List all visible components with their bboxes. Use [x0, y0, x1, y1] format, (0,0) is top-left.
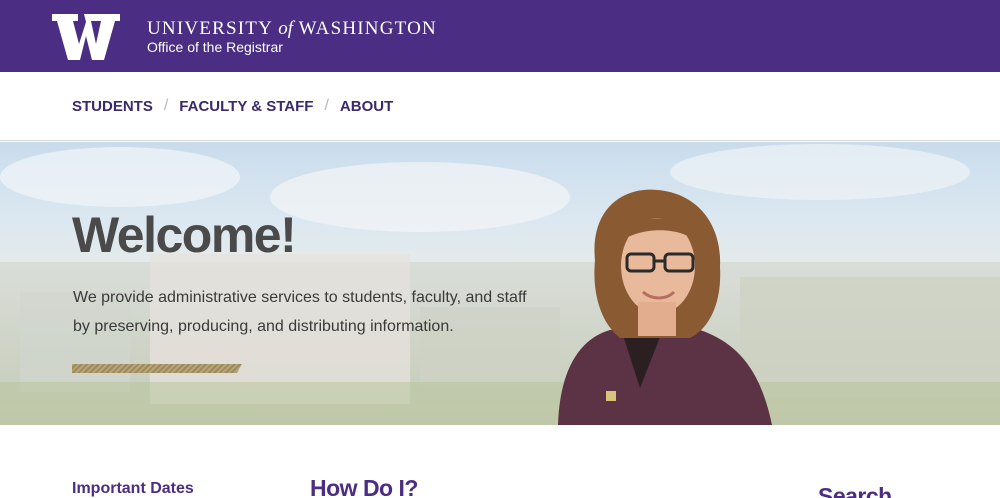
university-name[interactable]: UNIVERSITY of WASHINGTON — [147, 18, 437, 40]
main-nav: STUDENTS / FACULTY & STAFF / ABOUT — [0, 72, 1000, 141]
nav-list: STUDENTS / FACULTY & STAFF / ABOUT — [72, 97, 393, 115]
nav-item-faculty-staff[interactable]: FACULTY & STAFF — [179, 98, 313, 115]
hero-line-1: We provide administrative services to st… — [73, 289, 527, 306]
important-dates-heading[interactable]: Important Dates — [72, 480, 194, 498]
search-heading: Search — [818, 483, 892, 498]
hero-banner: Welcome! We provide administrative servi… — [0, 142, 1000, 425]
how-do-i-heading: How Do I? — [310, 475, 418, 498]
nav-item-students[interactable]: STUDENTS — [72, 98, 153, 115]
site-header: UNIVERSITY of WASHINGTON Office of the R… — [0, 0, 1000, 72]
hero-line-2: by preserving, producing, and distributi… — [73, 318, 454, 335]
washington-word: WASHINGTON — [298, 18, 437, 39]
nav-separator: / — [163, 97, 169, 114]
hero-description: We provide administrative services to st… — [73, 283, 573, 341]
gold-accent-bar — [72, 364, 242, 373]
nav-item-about[interactable]: ABOUT — [340, 98, 393, 115]
university-word: UNIVERSITY — [147, 18, 273, 39]
office-name[interactable]: Office of the Registrar — [147, 39, 283, 55]
nav-separator: / — [324, 97, 329, 114]
uw-w-logo-icon[interactable] — [52, 14, 120, 60]
welcome-heading: Welcome! — [72, 207, 297, 263]
university-of: of — [278, 18, 294, 39]
